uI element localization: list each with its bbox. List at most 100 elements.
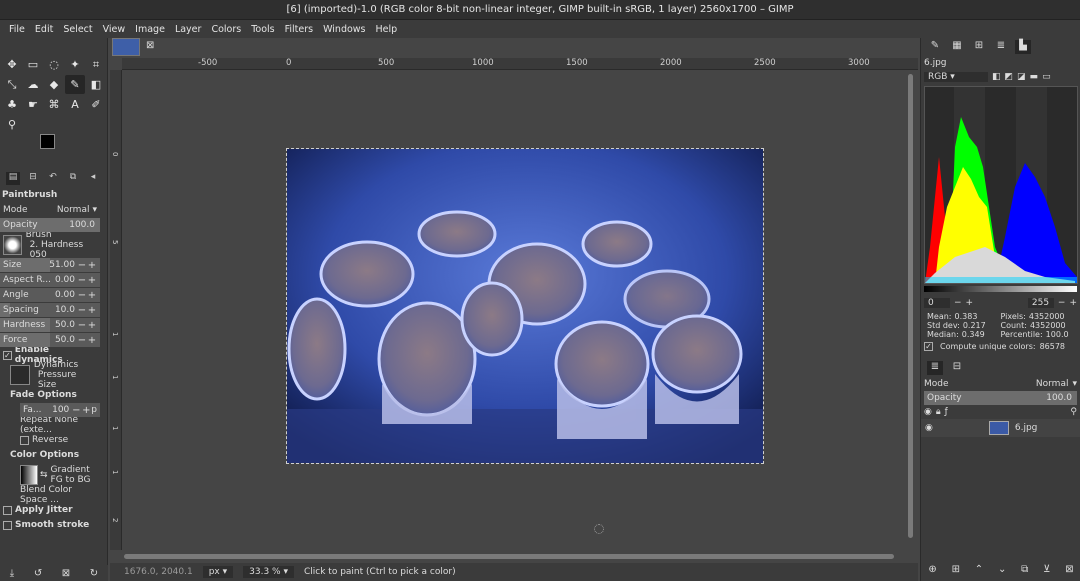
aspect-slider[interactable]: Aspect R... 0.00 − + [0,273,100,287]
blend-color-space-select[interactable]: Blend Color Space ... [0,485,100,505]
restore-options-icon[interactable]: ↺ [34,568,42,579]
reset-icon[interactable]: − [77,305,87,316]
delete-options-icon[interactable]: ⊠ [62,568,70,579]
layer-mode-row[interactable]: Mode Normal ▾ [921,377,1080,391]
increase-icon[interactable]: + [87,290,97,301]
menu-help[interactable]: Help [371,24,403,35]
smudge-tool-icon[interactable]: ☛ [23,95,43,114]
brush-row[interactable]: Brush 2. Hardness 050 [0,230,100,260]
repeat-value[interactable]: Repeat None (exte... [20,415,97,435]
merge-layer-icon[interactable]: ⊻ [1043,564,1050,575]
angle-slider[interactable]: Angle 0.00 − + [0,288,100,302]
horizontal-scrollbar[interactable] [124,554,894,559]
histogram-view-alt-icon[interactable]: ▭ [1042,72,1051,82]
histogram-tab-icon[interactable]: ▙ [1015,40,1031,54]
menu-layer[interactable]: Layer [170,24,207,35]
menu-colors[interactable]: Colors [206,24,246,35]
range-end-input[interactable]: 255 [1027,298,1054,308]
force-slider[interactable]: Force 50.0 − + [0,333,100,347]
unit-select[interactable]: px ▾ [202,566,234,578]
layer-thumbnail[interactable] [988,421,1009,435]
gradient-preview[interactable] [20,465,38,485]
checkbox-icon[interactable] [3,520,12,530]
reset-icon[interactable]: − [954,298,962,308]
fx-icon[interactable]: ƒ [945,407,948,417]
rect-select-tool-icon[interactable]: ▭ [23,55,43,74]
menu-filters[interactable]: Filters [280,24,318,35]
reset-channel-icon[interactable]: ◧ [992,72,1001,82]
eye-icon[interactable]: ◉ [924,407,932,417]
checkbox-icon[interactable] [3,505,12,515]
reset-icon[interactable]: − [1058,298,1066,308]
fade-length-slider[interactable]: Fa... 100 − + p [20,403,100,417]
tab-menu-icon[interactable]: ◂ [86,172,100,185]
opacity-slider[interactable]: Opacity 100.0 [0,218,100,232]
color-options-header[interactable]: Color Options [0,448,100,462]
new-group-icon[interactable]: ⊞ [952,564,960,575]
text-tool-icon[interactable]: A [65,95,85,114]
menu-edit[interactable]: Edit [30,24,58,35]
blend-color-space-value[interactable]: Blend Color Space ... [20,485,97,505]
horizontal-ruler[interactable]: -500 0 500 1000 1500 2000 2500 3000 [122,58,918,70]
reset-icon[interactable]: − [77,320,87,331]
reset-icon[interactable]: − [77,335,87,346]
channels-tab-icon[interactable]: ⊟ [949,361,965,375]
checkbox-checked-icon[interactable]: ✓ [3,350,12,360]
menu-select[interactable]: Select [58,24,97,35]
reverse-gradient-icon[interactable]: ⇆ [40,470,48,480]
mode-value[interactable]: Normal [57,205,90,215]
reset-icon[interactable]: − [71,405,81,416]
brushes-tab-icon[interactable]: ✎ [927,40,943,54]
move-tool-icon[interactable]: ✥ [2,55,22,74]
reset-icon[interactable]: − [77,290,87,301]
increase-icon[interactable]: + [87,335,97,346]
menu-file[interactable]: File [4,24,30,35]
eye-icon[interactable]: ◉ [925,423,933,433]
menu-tools[interactable]: Tools [246,24,279,35]
increase-icon[interactable]: + [87,305,97,316]
layers-tab-icon[interactable]: ≣ [927,361,943,375]
range-gradient-bar[interactable] [924,286,1077,292]
crop-tool-icon[interactable]: ⌗ [86,55,106,74]
layer-name[interactable]: 6.jpg [1015,423,1038,433]
vertical-scrollbar[interactable] [908,74,913,538]
zoom-select[interactable]: 33.3 % ▾ [243,566,294,578]
checkbox-icon[interactable] [20,435,29,445]
log-histogram-icon[interactable]: ◪ [1017,72,1026,82]
mode-row[interactable]: Mode Normal ▾ [0,203,100,217]
zoom-tool-icon[interactable]: ⚲ [2,115,22,134]
range-start-input[interactable]: 0 [924,298,950,308]
lock-icon[interactable]: 🔒︎ [936,407,941,417]
patterns-tab-icon[interactable]: ▦ [949,40,965,54]
search-icon[interactable]: ⚲ [1070,407,1077,417]
repeat-select[interactable]: Repeat None (exte... [0,415,100,435]
lasso-tool-icon[interactable]: ◌ [44,55,64,74]
spacing-slider[interactable]: Spacing 10.0 − + [0,303,100,317]
smooth-stroke-row[interactable]: Smooth stroke [0,518,100,532]
layer-row[interactable]: ◉ 6.jpg [921,419,1080,437]
device-status-tab-icon[interactable]: ⊟ [26,172,40,185]
increase-icon[interactable]: + [87,320,97,331]
fg-bg-colors[interactable] [40,134,66,160]
menu-image[interactable]: Image [130,24,170,35]
transform-tool-icon[interactable]: ⤡ [2,75,22,94]
histogram-view-icon[interactable]: ▬ [1030,72,1039,82]
fonts-tab-icon[interactable]: ⊞ [971,40,987,54]
increase-icon[interactable]: + [1069,298,1077,308]
brush-preview[interactable] [3,235,22,255]
duplicate-layer-icon[interactable]: ⧉ [1021,564,1028,575]
clone-tool-icon[interactable]: ♣ [2,95,22,114]
image-tab-thumbnail[interactable] [112,38,140,56]
increase-icon[interactable]: + [87,275,97,286]
save-options-icon[interactable]: ⤓ [10,568,14,579]
dynamics-preview-icon[interactable] [10,365,30,385]
tool-options-tab-icon[interactable]: ▤ [6,171,20,185]
apply-jitter-row[interactable]: Apply Jitter [0,503,100,517]
foreground-color[interactable] [40,134,55,149]
hardness-slider[interactable]: Hardness 50.0 − + [0,318,100,332]
eraser-tool-icon[interactable]: ◧ [86,75,106,94]
layer-mode-value[interactable]: Normal [1036,379,1069,389]
histogram-graph[interactable] [924,86,1078,284]
delete-layer-icon[interactable]: ⊠ [1065,564,1073,575]
increase-icon[interactable]: + [966,298,974,308]
